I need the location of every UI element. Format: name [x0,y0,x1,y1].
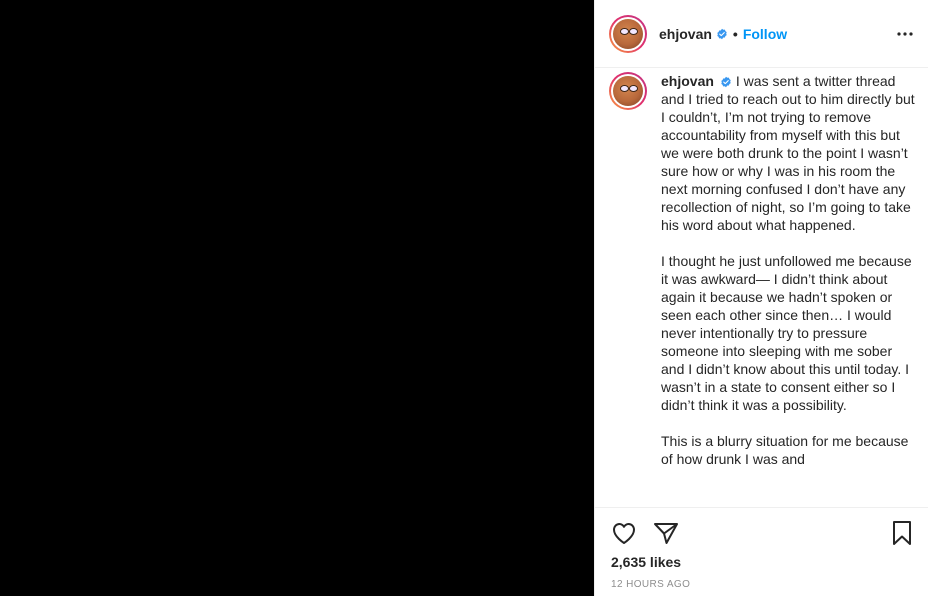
post-media[interactable] [0,0,594,596]
post-side-panel: ehjovan • Follow ehjovan I was sent a tw… [594,0,928,596]
bookmark-icon[interactable] [889,520,915,546]
username-link[interactable]: ehjovan [659,26,712,42]
avatar[interactable] [609,14,647,53]
verified-badge-icon [716,28,728,40]
comments-area[interactable]: ehjovan I was sent a twitter thread and I… [595,69,928,507]
post-actions: 2,635 likes 12 HOURS AGO [595,507,928,596]
avatar-image [613,76,643,106]
post-timestamp[interactable]: 12 HOURS AGO [611,579,690,590]
caption-text: I was sent a twitter thread and I tried … [661,73,915,467]
avatar-image [613,18,643,49]
caption-avatar[interactable] [609,72,647,110]
send-icon[interactable] [653,520,679,546]
likes-count[interactable]: 2,635 likes [611,554,681,570]
header-user: ehjovan • Follow [659,26,787,42]
separator-dot: • [732,25,738,42]
follow-button[interactable]: Follow [743,26,787,42]
post-caption: ehjovan I was sent a twitter thread and I… [661,72,915,507]
heart-icon[interactable] [611,520,637,546]
caption-username-link[interactable]: ehjovan [661,73,714,89]
verified-badge-icon [720,76,732,88]
more-options-icon[interactable] [895,24,915,44]
post-header: ehjovan • Follow [595,0,928,68]
